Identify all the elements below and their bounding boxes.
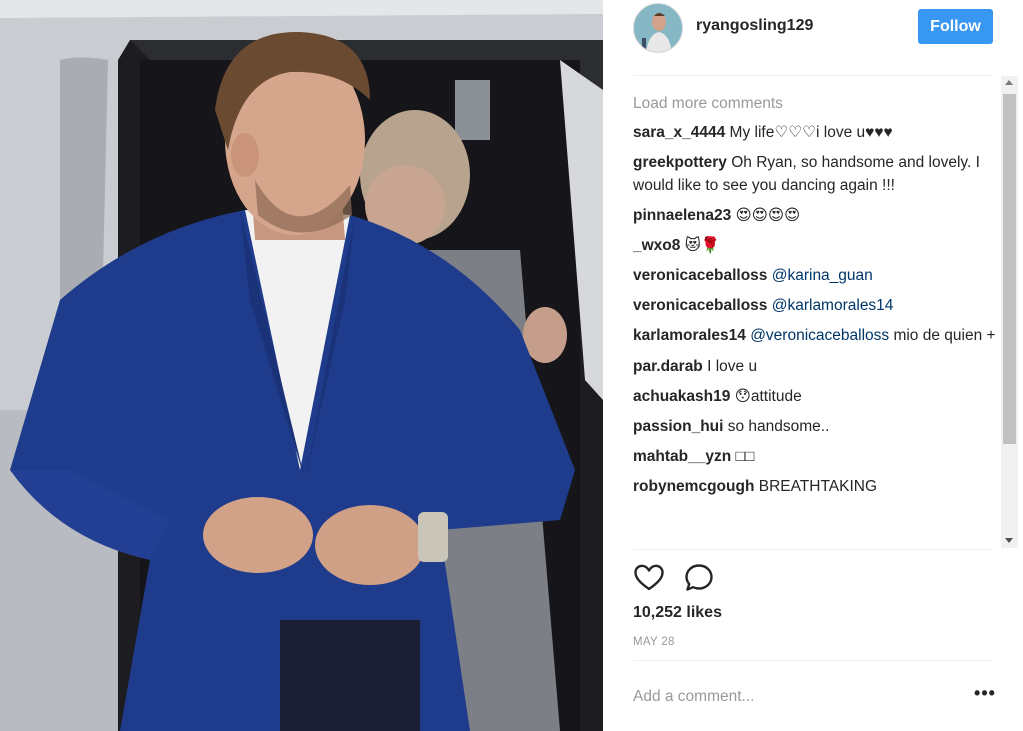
comment-mention[interactable]: @karlamorales14 (767, 297, 894, 314)
comment-text: □□ (731, 447, 755, 465)
comments-divider (633, 549, 993, 550)
comment-username[interactable]: passion_hui (633, 418, 723, 435)
comment-item: greekpottery Oh Ryan, so handsome and lo… (633, 152, 998, 197)
comment-username[interactable]: veronicaceballoss (633, 267, 767, 284)
post-header: ryangosling129 Follow (603, 0, 1023, 74)
likes-count[interactable]: 10,252 likes (633, 604, 722, 622)
scrollbar-thumb[interactable] (1003, 94, 1016, 444)
comment-text: 😻🌹 (680, 237, 721, 254)
comment-text: so handsome.. (723, 417, 830, 435)
comment-text: mio de quien + (889, 327, 996, 344)
comment-item: mahtab__yzn □□ (633, 446, 998, 468)
comment-username[interactable]: mahtab__yzn (633, 448, 731, 465)
load-more-comments-link[interactable]: Load more comments (633, 94, 998, 114)
more-options-icon[interactable]: ••• (973, 684, 997, 708)
header-divider (633, 75, 993, 76)
post-date: MAY 28 (633, 636, 675, 648)
follow-button[interactable]: Follow (918, 9, 993, 44)
comment-item: sara_x_4444 My life♡♡♡i love u♥♥♥ (633, 122, 998, 144)
comment-item: veronicaceballoss @karina_guan (633, 265, 998, 287)
comment-username[interactable]: karlamorales14 (633, 327, 746, 344)
comment-mention[interactable]: @karina_guan (767, 267, 873, 284)
comment-item: karlamorales14 @veronicaceballoss mio de… (633, 325, 998, 348)
comment-text: BREATHTAKING (754, 477, 877, 495)
post-photo-illustration (0, 0, 603, 731)
comment-item: pinnaelena23 😍😍😍😍 (633, 205, 998, 227)
comment-item: passion_hui so handsome.. (633, 416, 998, 438)
comment-item: par.darab I love u (633, 356, 998, 378)
comment-username[interactable]: _wxo8 (633, 237, 680, 254)
comment-bubble-icon[interactable] (683, 562, 715, 594)
heart-icon[interactable] (633, 562, 665, 594)
post-photo[interactable] (0, 0, 603, 731)
add-comment-divider (633, 660, 993, 661)
comments-scrollbar[interactable] (1001, 76, 1018, 548)
comment-text: 😯attitude (730, 387, 802, 405)
comment-mention[interactable]: @veronicaceballoss (746, 327, 889, 344)
avatar[interactable] (633, 3, 683, 53)
comment-item: achuakash19 😯attitude (633, 386, 998, 408)
post-author-username[interactable]: ryangosling129 (696, 17, 813, 35)
comment-item: veronicaceballoss @karlamorales14 (633, 295, 998, 317)
comment-username[interactable]: sara_x_4444 (633, 124, 725, 141)
comment-username[interactable]: veronicaceballoss (633, 297, 767, 314)
post-side-panel: ryangosling129 Follow Load more comments… (603, 0, 1023, 731)
comment-username[interactable]: pinnaelena23 (633, 207, 731, 224)
scroll-down-arrow-icon[interactable] (1005, 538, 1013, 543)
comment-username[interactable]: par.darab (633, 358, 703, 375)
avatar-image (634, 4, 682, 52)
comment-text: I love u (702, 357, 758, 375)
comment-item: robynemcgough BREATHTAKING (633, 476, 998, 498)
scroll-up-arrow-icon[interactable] (1005, 80, 1013, 85)
comment-item: _wxo8 😻🌹 (633, 235, 998, 257)
comment-text: My life♡♡♡i love u♥♥♥ (725, 124, 893, 141)
comment-text: 😍😍😍😍 (731, 207, 801, 224)
comment-username[interactable]: robynemcgough (633, 478, 754, 495)
add-comment-input[interactable] (633, 686, 953, 708)
comment-username[interactable]: achuakash19 (633, 388, 730, 405)
instagram-post-view: ryangosling129 Follow Load more comments… (0, 0, 1023, 731)
comments-list: Load more comments sara_x_4444 My life♡♡… (633, 86, 998, 548)
comment-username[interactable]: greekpottery (633, 154, 727, 171)
